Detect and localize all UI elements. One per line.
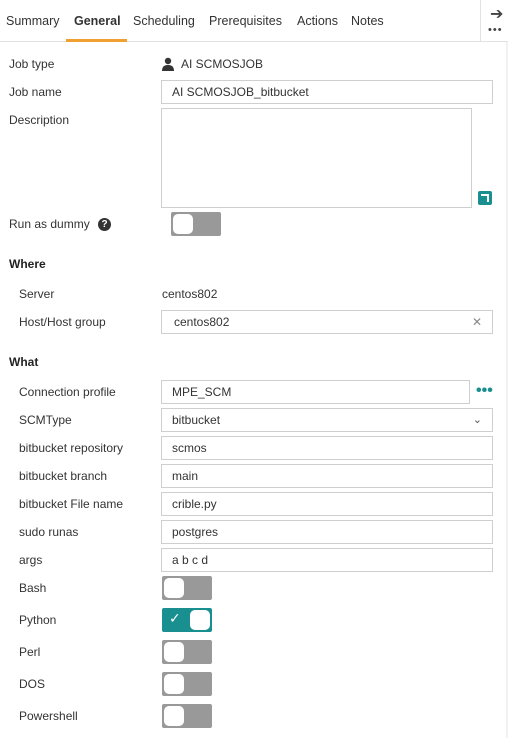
powershell-toggle[interactable] <box>162 704 212 728</box>
connection-profile-input[interactable]: MPE_SCM <box>161 380 470 404</box>
toggle-knob <box>164 706 184 726</box>
repo-input[interactable]: scmos <box>161 436 493 460</box>
toggle-knob <box>164 578 184 598</box>
arrow-right-icon[interactable]: ➔ <box>490 4 503 24</box>
branch-input[interactable]: main <box>161 464 493 488</box>
dos-toggle[interactable] <box>162 672 212 696</box>
sudo-runas-input[interactable]: postgres <box>161 520 493 544</box>
more-options-icon[interactable]: ••• <box>476 382 493 400</box>
side-controls: ➔ ••• <box>480 0 508 42</box>
python-label: Python <box>19 613 57 627</box>
job-type-value: AI SCMOSJOB <box>181 57 264 71</box>
run-as-dummy-label: Run as dummy <box>9 217 90 231</box>
tab-prerequisites[interactable]: Prerequisites <box>209 14 282 28</box>
bash-label: Bash <box>19 581 47 595</box>
perl-label: Perl <box>19 645 41 659</box>
sudo-runas-label: sudo runas <box>19 525 79 539</box>
description-label: Description <box>9 113 70 127</box>
tab-summary[interactable]: Summary <box>6 14 59 28</box>
powershell-label: Powershell <box>19 709 78 723</box>
tab-bar: Summary General Scheduling Prerequisites… <box>0 0 480 42</box>
scmtype-select[interactable]: bitbucket ⌄ <box>161 408 493 432</box>
job-name-input[interactable]: AI SCMOSJOB_bitbucket <box>161 80 493 104</box>
args-label: args <box>19 553 43 567</box>
help-icon[interactable]: ? <box>98 218 111 231</box>
host-input-value: centos802 <box>174 315 230 329</box>
clear-icon[interactable]: ✕ <box>472 311 482 333</box>
where-section-title: Where <box>9 257 46 271</box>
scmtype-label: SCMType <box>19 413 72 427</box>
user-icon <box>162 57 174 71</box>
host-input[interactable]: centos802 ✕ <box>161 310 493 334</box>
more-horizontal-icon[interactable]: ••• <box>488 24 503 36</box>
job-type-label: Job type <box>9 57 55 71</box>
scmtype-selected-value: bitbucket <box>172 413 221 427</box>
toggle-knob <box>190 610 210 630</box>
job-name-label: Job name <box>9 85 62 99</box>
expand-icon[interactable] <box>478 191 492 205</box>
bash-toggle[interactable] <box>162 576 212 600</box>
repo-label: bitbucket repository <box>19 441 124 455</box>
check-icon: ✓ <box>169 610 181 626</box>
tab-notes[interactable]: Notes <box>351 14 384 28</box>
dos-label: DOS <box>19 677 46 691</box>
python-toggle[interactable]: ✓ <box>162 608 212 632</box>
branch-label: bitbucket branch <box>19 469 108 483</box>
file-name-label: bitbucket File name <box>19 497 124 511</box>
server-value: centos802 <box>162 287 218 301</box>
chevron-down-icon: ⌄ <box>472 414 482 426</box>
tab-scheduling[interactable]: Scheduling <box>133 14 195 28</box>
run-as-dummy-toggle[interactable] <box>171 212 221 236</box>
toggle-knob <box>164 642 184 662</box>
toggle-knob <box>164 674 184 694</box>
args-input[interactable]: a b c d <box>161 548 493 572</box>
host-label: Host/Host group <box>19 315 106 329</box>
connection-profile-label: Connection profile <box>19 385 116 399</box>
tab-actions[interactable]: Actions <box>297 14 338 28</box>
file-name-input[interactable]: crible.py <box>161 492 493 516</box>
toggle-knob <box>173 214 193 234</box>
what-section-title: What <box>9 355 39 369</box>
description-textarea[interactable] <box>161 108 472 208</box>
perl-toggle[interactable] <box>162 640 212 664</box>
tab-general[interactable]: General <box>74 14 121 28</box>
active-tab-indicator <box>66 39 127 42</box>
server-label: Server <box>19 287 55 301</box>
